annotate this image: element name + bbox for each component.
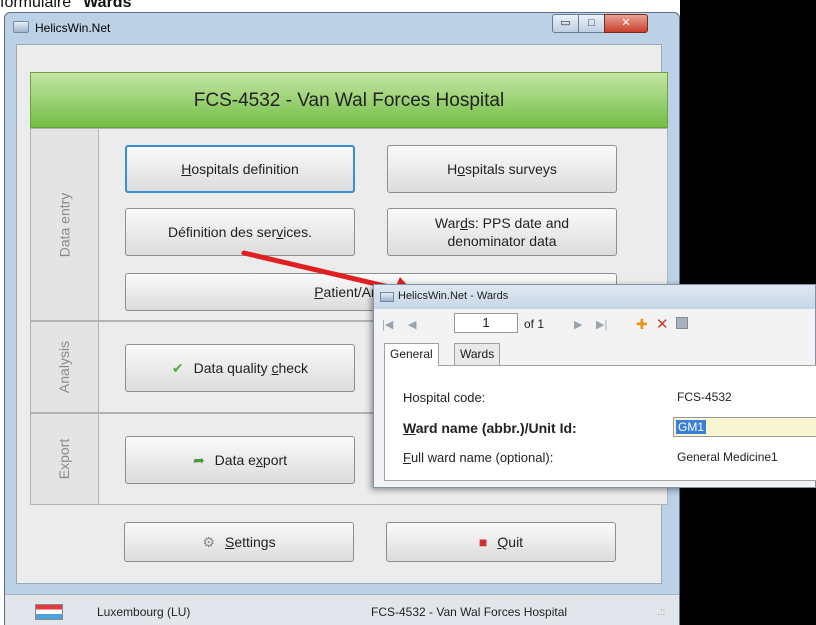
label-part: H <box>447 160 458 177</box>
next-record-icon[interactable]: ▶ <box>574 318 582 331</box>
maximize-button[interactable]: □ <box>578 14 605 33</box>
window-title: HelicsWin.Net <box>35 21 111 35</box>
data-quality-label: Data quality check <box>194 359 308 377</box>
wards-title-bar[interactable]: HelicsWin.Net - Wards <box>374 285 815 309</box>
caption-bold: "Wards" <box>75 0 140 11</box>
label-part: heck <box>278 359 309 376</box>
settings-button[interactable]: ⚙ Settings <box>124 522 354 562</box>
analysis-label: Analysis <box>56 340 73 394</box>
ward-name-label: Ward name (abbr.)/Unit Id: <box>403 420 577 436</box>
quit-icon: ■ <box>478 533 488 550</box>
label-part: Définition des ser <box>168 223 277 240</box>
label-part: ospitals definition <box>191 160 299 177</box>
export-label-box: Export <box>31 414 99 504</box>
accelerator-key: H <box>181 160 192 177</box>
previous-record-icon[interactable]: ◀ <box>408 318 416 331</box>
save-icon[interactable] <box>676 317 688 329</box>
caption-prefix: formulaire <box>0 0 76 11</box>
data-export-button[interactable]: ➦ Data export <box>125 436 355 484</box>
label-part: ices. <box>283 223 312 240</box>
wards-window: HelicsWin.Net - Wards |◀ ◀ 1 of 1 ▶ ▶| ✚… <box>373 284 816 488</box>
tab-general[interactable]: General <box>384 343 439 366</box>
full-ward-name-input[interactable]: General Medicine1 <box>677 450 778 464</box>
hospital-header: FCS-4532 - Van Wal Forces Hospital <box>30 72 668 128</box>
quit-button[interactable]: ■ Quit <box>386 522 616 562</box>
quit-label: Quit <box>497 533 523 551</box>
accelerator-key: x <box>255 451 263 468</box>
data-quality-check-button[interactable]: ✔ Data quality check <box>125 344 355 392</box>
wards-pps-label-line1: Wards: PPS date and <box>435 214 569 232</box>
label-part: ettings <box>234 533 276 550</box>
hospitals-definition-label: Hospitals definition <box>181 160 299 178</box>
accelerator-key: F <box>403 450 411 465</box>
data-export-label: Data export <box>215 451 287 469</box>
hospitals-surveys-button[interactable]: Hospitals surveys <box>387 145 617 193</box>
status-bar: Luxembourg (LU) FCS-4532 - Van Wal Force… <box>5 594 679 625</box>
label-part: uit <box>508 533 524 550</box>
last-record-icon[interactable]: ▶| <box>596 318 607 331</box>
close-button[interactable]: ✕ <box>604 14 648 33</box>
data-entry-label-box: Data entry <box>31 129 99 320</box>
hospitals-surveys-label: Hospitals surveys <box>447 160 557 178</box>
full-ward-name-label: Full ward name (optional): <box>403 450 553 465</box>
main-title-bar[interactable]: HelicsWin.Net ▭ □ ✕ <box>5 13 679 43</box>
hospital-code-value: FCS-4532 <box>677 390 732 404</box>
record-navigator: |◀ ◀ 1 of 1 ▶ ▶| ✚ ✕ <box>374 309 815 339</box>
luxembourg-flag-icon <box>35 604 63 620</box>
accelerator-key: S <box>224 533 235 550</box>
delete-record-icon[interactable]: ✕ <box>656 315 669 333</box>
page-number-field[interactable]: 1 <box>454 313 518 333</box>
label-part: port <box>262 451 288 468</box>
ward-name-selected-text: GM1 <box>676 420 707 434</box>
settings-label: Settings <box>225 533 276 551</box>
add-record-icon[interactable]: ✚ <box>636 316 648 333</box>
tab-wards-list[interactable]: Wards list <box>454 343 501 381</box>
export-icon: ➦ <box>192 451 205 468</box>
accelerator-key: Q <box>497 533 509 550</box>
hospitals-definition-button[interactable]: Hospitals definition <box>125 145 355 193</box>
label-part: Data quality <box>193 359 272 376</box>
accelerator-key: W <box>403 420 416 436</box>
wards-pps-label-line2: denominator data <box>447 233 557 249</box>
first-record-icon[interactable]: |◀ <box>382 318 393 331</box>
check-icon: ✔ <box>171 359 184 376</box>
accelerator-key: d <box>460 214 468 231</box>
status-country: Luxembourg (LU) <box>97 605 191 619</box>
label-part: spitals surveys <box>465 160 557 177</box>
wards-app-icon <box>380 292 394 302</box>
page-count-label: of 1 <box>524 317 545 331</box>
app-icon <box>13 21 29 33</box>
resize-grip-icon[interactable]: .:: <box>657 607 665 618</box>
label-part: Data e <box>214 451 256 468</box>
label-part: War <box>434 214 461 231</box>
minimize-button[interactable]: ▭ <box>552 14 579 33</box>
status-hospital: FCS-4532 - Van Wal Forces Hospital <box>371 605 568 619</box>
page-caption: formulaire "Wards" <box>0 0 139 12</box>
analysis-label-box: Analysis <box>31 322 99 412</box>
data-entry-label: Data entry <box>56 192 73 257</box>
general-tab-panel: Hospital code: FCS-4532 Ward name (abbr.… <box>384 365 816 481</box>
ward-name-input[interactable]: GM1 <box>673 417 816 437</box>
export-label: Export <box>56 438 73 480</box>
label-part: ard name (abbr.)/Unit Id: <box>415 420 577 436</box>
label-part: s: PPS date and <box>467 214 570 231</box>
label-part: ull ward name (optional): <box>410 450 554 465</box>
wards-window-title: HelicsWin.Net - Wards <box>398 290 509 302</box>
hospital-code-label: Hospital code: <box>403 390 486 405</box>
gear-icon: ⚙ <box>202 533 215 550</box>
accelerator-key: o <box>457 160 466 177</box>
definition-services-label: Définition des services. <box>168 223 312 241</box>
